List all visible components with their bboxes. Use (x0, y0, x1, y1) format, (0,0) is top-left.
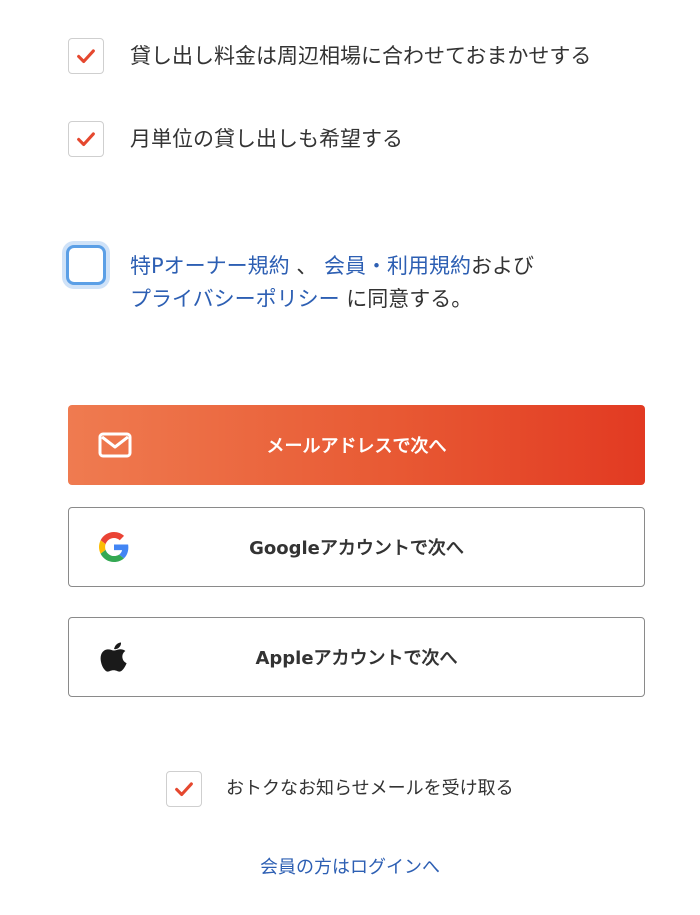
checkmark-icon (77, 49, 95, 64)
google-signup-label: Googleアカウントで次へ (249, 538, 464, 559)
apple-signup-label: Appleアカウントで次へ (255, 648, 458, 669)
terms-separator: 、 (296, 254, 318, 278)
option-monthly-rental[interactable]: 月単位の貸し出しも希望する (68, 121, 403, 157)
terms-agree-text: 特Pオーナー規約 、 会員・利用規約および プライバシーポリシー に同意する。 (130, 250, 650, 316)
privacy-policy-link[interactable]: プライバシーポリシー (130, 287, 340, 311)
apple-logo-icon (99, 640, 129, 674)
newsletter-checkbox[interactable] (166, 771, 202, 807)
auto-pricing-checkbox[interactable] (68, 38, 104, 74)
mail-icon (98, 432, 132, 458)
terms-and-text: および (471, 254, 535, 278)
google-logo-icon (99, 532, 129, 562)
monthly-rental-label: 月単位の貸し出しも希望する (130, 127, 403, 151)
member-terms-link[interactable]: 会員・利用規約 (324, 254, 471, 278)
email-signup-button[interactable]: メールアドレスで次へ (68, 405, 645, 485)
apple-signup-button[interactable]: Appleアカウントで次へ (68, 617, 645, 697)
newsletter-label: おトクなお知らせメールを受け取る (226, 778, 514, 799)
terms-suffix: に同意する。 (346, 287, 473, 311)
google-signup-button[interactable]: Googleアカウントで次へ (68, 507, 645, 587)
member-login-link[interactable]: 会員の方はログインへ (260, 857, 440, 878)
checkmark-icon (77, 132, 95, 147)
email-signup-label: メールアドレスで次へ (266, 436, 447, 457)
option-auto-pricing[interactable]: 貸し出し料金は周辺相場に合わせておまかせする (68, 38, 591, 74)
option-newsletter[interactable]: おトクなお知らせメールを受け取る (166, 771, 514, 807)
monthly-rental-checkbox[interactable] (68, 121, 104, 157)
owner-terms-link[interactable]: 特Pオーナー規約 (130, 254, 290, 278)
auto-pricing-label: 貸し出し料金は周辺相場に合わせておまかせする (130, 44, 592, 68)
terms-agree-checkbox[interactable] (66, 245, 106, 285)
login-link-container: 会員の方はログインへ (0, 853, 700, 879)
checkmark-icon (175, 782, 193, 797)
